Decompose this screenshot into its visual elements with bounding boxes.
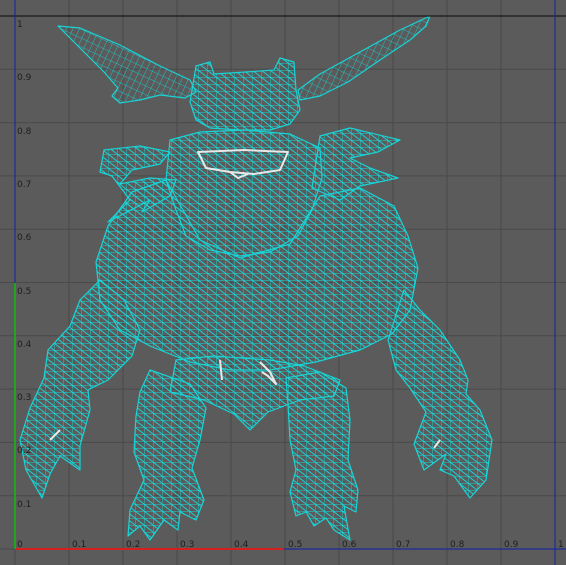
creature-uv-wireframe — [19, 15, 493, 541]
uv-grid-canvas[interactable] — [0, 0, 566, 565]
u-tick-label: 0.2 — [126, 540, 141, 550]
u-tick-label: 0.4 — [234, 540, 249, 550]
v-tick-label: 0.5 — [17, 286, 32, 297]
v-tick-label: 0.1 — [17, 499, 32, 510]
right-arm-shell — [387, 289, 493, 499]
u-tick-label: 0.3 — [180, 540, 195, 550]
u-tick-label: 0.8 — [450, 540, 465, 550]
right-horn-shell — [297, 15, 431, 101]
u-tick-label: 1 — [558, 540, 564, 550]
u-tick-label: 0.1 — [72, 540, 87, 550]
left-horn-shell — [57, 25, 197, 104]
v-tick-label: 0.2 — [17, 446, 32, 457]
u-tick-label: 0.6 — [342, 540, 357, 550]
u-tick-label: 0.7 — [396, 540, 411, 550]
left-leg-shell — [127, 369, 207, 541]
origin-label: 0 — [17, 540, 23, 550]
v-tick-label: 0.6 — [17, 233, 32, 244]
v-tick-label: 0.8 — [17, 126, 32, 137]
v-tick-label: 0.4 — [17, 339, 32, 350]
right-leg-shell — [285, 371, 359, 541]
v-tick-label: 0.7 — [17, 179, 32, 190]
v-tick-label: 0.3 — [17, 393, 32, 404]
v-tick-label: 1 — [17, 20, 23, 30]
u-tick-label: 0.5 — [288, 540, 303, 550]
uv-editor-viewport[interactable]: 0 0.1 0.2 0.3 0.4 0.5 0.6 0.7 0.8 0.9 1 0.1 0.2 0.3 0… — [0, 0, 566, 565]
v-tick-label: 0.9 — [17, 73, 32, 84]
u-tick-label: 0.9 — [504, 540, 519, 550]
